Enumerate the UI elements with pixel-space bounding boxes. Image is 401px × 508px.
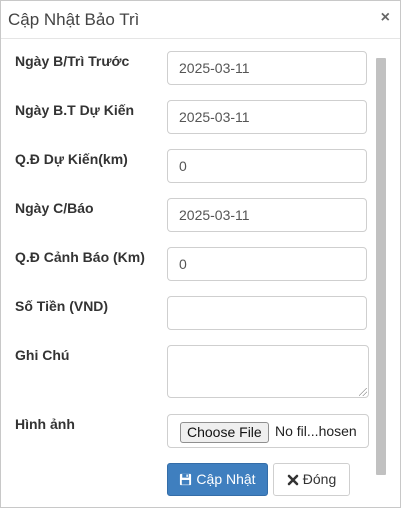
close-button-label: Đóng xyxy=(302,471,337,487)
resize-grip-icon[interactable] xyxy=(359,388,367,396)
file-name-text: No fil...hosen xyxy=(275,423,357,439)
previous-maintenance-date-label: Ngày B/Trì Trước xyxy=(15,53,130,69)
amount-input[interactable] xyxy=(167,296,367,330)
note-wrapper xyxy=(167,345,369,398)
previous-maintenance-date-input[interactable] xyxy=(167,51,367,85)
note-textarea[interactable] xyxy=(167,345,369,398)
warning-distance-input[interactable] xyxy=(167,247,367,281)
image-label: Hình ảnh xyxy=(15,416,75,432)
note-label: Ghi Chú xyxy=(15,347,70,363)
warning-distance-label: Q.Đ Cảnh Báo (Km) xyxy=(15,249,145,265)
warning-date-label: Ngày C/Báo xyxy=(15,200,94,216)
update-button[interactable]: Cập Nhật xyxy=(167,463,268,496)
save-icon xyxy=(180,473,192,486)
expected-distance-input[interactable] xyxy=(167,149,367,183)
expected-maintenance-date-input[interactable] xyxy=(167,100,367,134)
dialog-header: Cập Nhật Bảo Trì × xyxy=(1,1,400,39)
expected-distance-label: Q.Đ Dự Kiến(km) xyxy=(15,151,128,167)
maintenance-update-dialog: Cập Nhật Bảo Trì × Ngày B/Trì Trước Ngày… xyxy=(0,0,401,508)
warning-date-input[interactable] xyxy=(167,198,367,232)
image-file-input[interactable]: Choose File No fil...hosen xyxy=(167,414,369,448)
amount-label: Số Tiền (VND) xyxy=(15,298,109,314)
close-icon xyxy=(287,474,299,486)
close-icon[interactable]: × xyxy=(381,9,390,27)
expected-maintenance-date-label: Ngày B.T Dự Kiến xyxy=(15,102,135,118)
scrollbar[interactable] xyxy=(376,58,386,475)
close-button[interactable]: Đóng xyxy=(273,463,350,496)
dialog-title: Cập Nhật Bảo Trì xyxy=(8,10,140,29)
choose-file-button[interactable]: Choose File xyxy=(180,422,269,443)
update-button-label: Cập Nhật xyxy=(196,471,256,487)
